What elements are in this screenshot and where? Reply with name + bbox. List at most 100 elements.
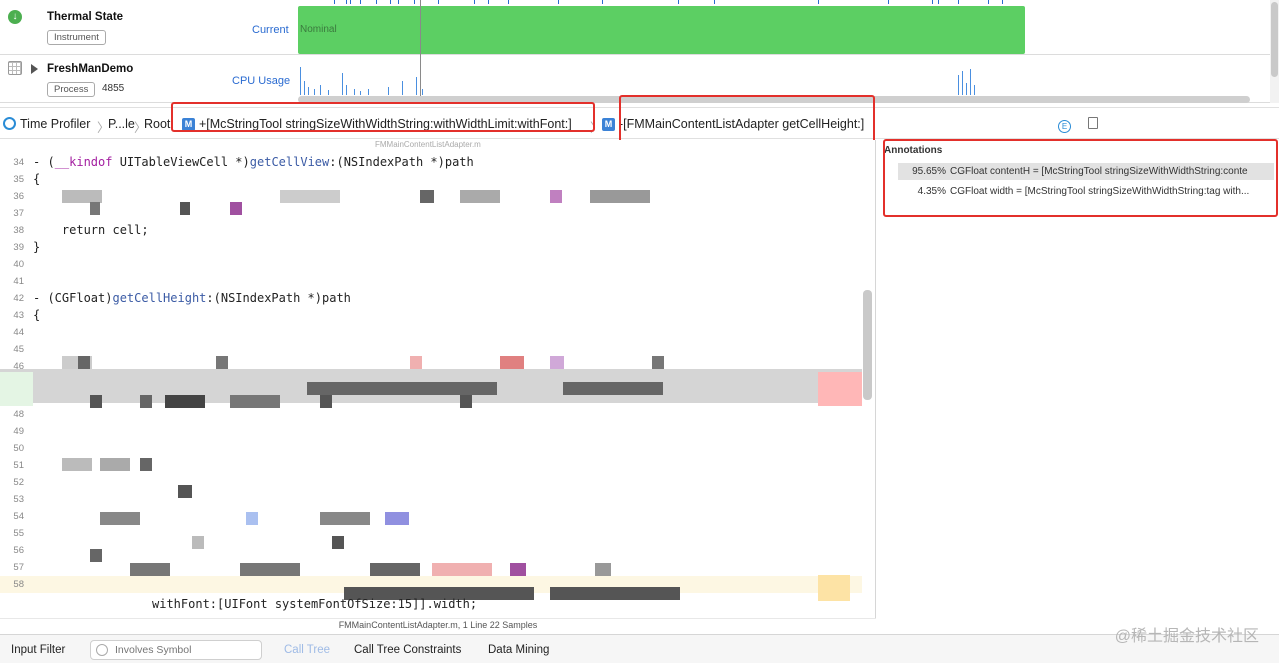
code-line[interactable]: 49 (0, 423, 862, 440)
code-line[interactable]: 53 (0, 491, 862, 508)
extended-detail-icon[interactable]: E (1058, 120, 1071, 133)
cpu-spike (966, 83, 967, 95)
timeline-playhead[interactable] (420, 0, 421, 103)
line-number: 37 (13, 208, 24, 219)
call-tree-constraints-button[interactable]: Call Tree Constraints (354, 644, 461, 656)
redacted-code-block (216, 356, 228, 369)
line-number: 45 (13, 344, 24, 355)
time-profiler-icon (3, 117, 16, 130)
track-graph-label: Current (252, 24, 289, 36)
redacted-code-block (320, 395, 332, 408)
redacted-code-block (165, 395, 205, 408)
process-id: 4855 (102, 83, 125, 94)
redacted-code-block (90, 549, 102, 562)
code-line[interactable]: 42 - (CGFloat)getCellHeight:(NSIndexPath … (0, 290, 862, 307)
symbol-filter-field[interactable] (90, 640, 262, 660)
code-text: } (33, 240, 41, 254)
bottom-bar: Input Filter Call Tree Call Tree Constra… (0, 634, 1279, 663)
code-line[interactable]: 44 (0, 324, 862, 341)
cpu-spike (328, 90, 329, 95)
redacted-code-block (370, 563, 420, 576)
timeline-ticks (298, 0, 1188, 4)
disclosure-triangle-icon[interactable] (31, 64, 38, 74)
code-line[interactable]: withFont:[UIFont systemFontOfSize:15]].w… (0, 596, 862, 613)
call-tree-button[interactable]: Call Tree (284, 644, 330, 656)
redacted-code-block (62, 458, 92, 471)
redacted-code-block (460, 395, 472, 408)
line-number: 36 (13, 191, 24, 202)
code-line[interactable]: 55 (0, 525, 862, 542)
code-text: - (__kindof UITableViewCell *)getCellVie… (33, 155, 474, 169)
breadcrumb-instrument[interactable]: Time Profiler (20, 117, 90, 131)
thermal-icon: ↓ (8, 10, 22, 24)
annotation-highlight-box (171, 102, 595, 132)
code-line[interactable]: 45 (0, 341, 862, 358)
code-line[interactable]: 52 (0, 474, 862, 491)
line-number: 57 (13, 562, 24, 573)
code-line[interactable]: 41 (0, 273, 862, 290)
code-line[interactable]: 50 (0, 440, 862, 457)
filter-icon (96, 644, 108, 656)
cpu-spike (368, 89, 369, 95)
code-line[interactable]: 56 (0, 542, 862, 559)
redacted-code-block (420, 190, 434, 203)
input-filter-label[interactable]: Input Filter (11, 644, 65, 656)
redacted-code-block (90, 395, 102, 408)
redacted-code-block (230, 395, 280, 408)
redacted-code-block (332, 536, 344, 549)
redacted-code-block (100, 512, 140, 525)
cpu-spike (346, 85, 347, 95)
code-line[interactable]: 37 (0, 205, 862, 222)
code-line[interactable]: 39} (0, 239, 862, 256)
thermal-state-track[interactable]: ↓ Thermal State Instrument Current Nomin… (0, 0, 1270, 55)
tracks-vertical-scrollbar[interactable] (1270, 0, 1279, 103)
line-number: 39 (13, 242, 24, 253)
line-number: 35 (13, 174, 24, 185)
annotation-highlight-box (619, 95, 875, 145)
cpu-spike (308, 87, 309, 95)
editor-scrollbar[interactable] (863, 290, 872, 400)
source-editor[interactable]: FMMainContentListAdapter.m 34 - (__kindof… (0, 140, 876, 618)
timeline-tick (714, 0, 715, 4)
timeline-tick (390, 0, 391, 4)
timeline-tick (938, 0, 939, 4)
redacted-code-block (410, 356, 422, 369)
timeline-tick (414, 0, 415, 4)
code-line[interactable]: 48 (0, 406, 862, 423)
cpu-spike (402, 81, 403, 95)
cpu-spike (970, 69, 971, 95)
code-line[interactable]: 34 - (__kindof UITableViewCell *)getCellV… (0, 154, 862, 171)
redacted-code-block (385, 512, 409, 525)
redacted-code-block (90, 202, 100, 215)
thermal-state-value: Nominal (300, 24, 337, 35)
scroll-thumb[interactable] (1271, 2, 1278, 77)
line-number: 34 (13, 157, 24, 168)
timeline-tick (678, 0, 679, 4)
editor-status-bar: FMMainContentListAdapter.m, 1 Line 22 Sa… (0, 618, 876, 632)
code-line[interactable]: 40 (0, 256, 862, 273)
annotation-highlight-box (883, 139, 1278, 217)
track-type-badge: Process (47, 82, 96, 97)
code-text: withFont:[UIFont systemFontOfSize:15]].w… (152, 597, 478, 611)
line-number: 49 (13, 426, 24, 437)
redacted-code-block (246, 512, 258, 525)
line-number: 58 (13, 579, 24, 590)
breadcrumb-root[interactable]: Root (144, 117, 170, 131)
file-icon[interactable] (1088, 117, 1099, 129)
cpu-usage-graph (298, 55, 1188, 95)
line-number: 40 (13, 259, 24, 270)
code-line[interactable]: 35 { (0, 171, 862, 188)
breadcrumb-item[interactable]: P...le (108, 117, 135, 131)
timeline-tick (488, 0, 489, 4)
thermal-state-bar: Nominal (298, 6, 1025, 54)
data-mining-button[interactable]: Data Mining (488, 644, 549, 656)
code-line[interactable]: 38 return cell; (0, 222, 862, 239)
code-line[interactable]: 43 { (0, 307, 862, 324)
track-graph-label: CPU Usage (232, 75, 291, 87)
editor-filename: FMMainContentListAdapter.m (375, 140, 481, 149)
timeline-tick (438, 0, 439, 4)
symbol-filter-input[interactable] (115, 643, 255, 657)
redacted-code-block (550, 190, 562, 203)
timeline-tick (818, 0, 819, 4)
cpu-spike (974, 85, 975, 95)
